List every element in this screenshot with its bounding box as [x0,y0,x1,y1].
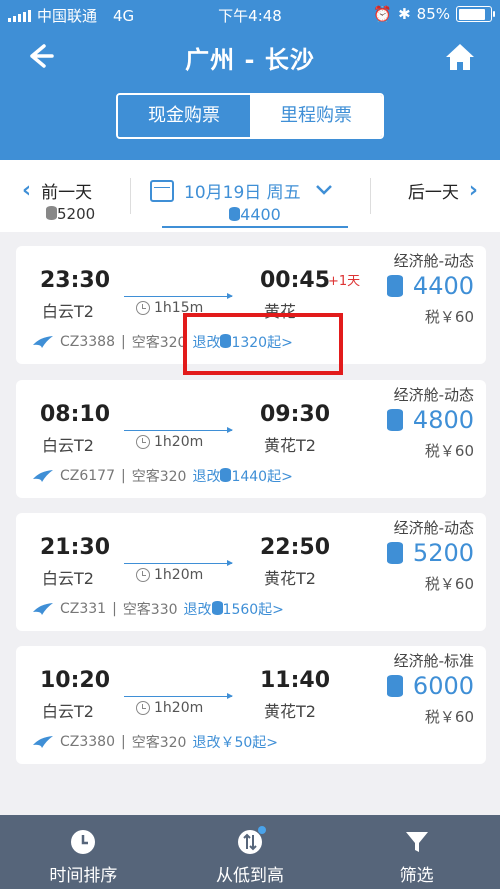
miles-coin-icon [386,275,403,297]
cabin-class: 经济舱-动态 [393,519,474,537]
next-day-button[interactable]: 后一天 › [408,178,478,203]
tax: 税￥60 [424,308,474,326]
departure-airport: 白云T2 [42,569,94,588]
clock-icon [136,701,150,715]
airline-logo-icon [32,602,54,616]
refund-change-link[interactable]: 退改 1440起> [192,466,293,486]
flight-duration: 1h20m [154,700,204,716]
price: 4800 [412,406,474,434]
status-bar: 中国联通 4G 下午4:48 ⏰ ✱ 85% [0,0,500,28]
departure-time: 10:20 [40,668,111,693]
airline-logo-icon [32,335,54,349]
price: 6000 [412,672,474,700]
arrival-time: 11:40 [260,668,331,693]
prev-day-price: 5200 [57,205,96,223]
flight-card[interactable]: 10:20 1h20m 11:40 白云T2 黄花T2 CZ3380 | 空客32… [16,646,486,764]
page-title: 广州 - 长沙 [185,46,315,74]
clock-icon [136,435,150,449]
miles-coin-icon [220,468,232,482]
chevron-right-icon: › [468,178,478,203]
arrival-airport: 黄花T2 [264,436,316,455]
tax: 税￥60 [424,708,474,726]
arrival-airport: 黄花T2 [264,702,316,721]
aircraft-type: 空客320 [131,335,187,351]
price: 4400 [412,272,474,300]
arrival-airport: 黄花T2 [264,569,316,588]
duration-arrow [124,293,233,299]
prev-day-button[interactable]: ‹ 前一天 5200 [22,178,95,223]
tab-cash-purchase[interactable]: 现金购票 [118,95,250,137]
flight-duration: 1h20m [154,567,204,583]
chevron-down-icon [315,181,333,201]
departure-time: 21:30 [40,535,111,560]
purchase-mode-toggle: 现金购票 里程购票 [116,93,384,139]
bluetooth-icon: ✱ [398,5,411,23]
refund-change-link[interactable]: 退改￥50起> [192,732,278,752]
miles-coin-icon [386,409,403,431]
airline-logo-icon [32,469,54,483]
battery-icon [456,6,495,22]
tab-sort-by-time[interactable]: 时间排序 [0,815,167,889]
next-day-badge: +1天 [328,274,361,289]
refund-change-link[interactable]: 退改 1560起> [184,599,284,619]
notification-dot [258,826,266,834]
divider [370,178,371,214]
alarm-icon: ⏰ [373,5,393,23]
current-date-underline [162,226,348,228]
miles-coin-icon [229,207,241,221]
departure-time: 08:10 [40,402,111,427]
duration-arrow [124,560,233,566]
chevron-left-icon: ‹ [22,178,32,203]
departure-airport: 白云T2 [42,302,94,321]
home-icon[interactable] [444,42,476,72]
highlight-annotation-box [183,313,343,375]
bottom-tab-bar: 时间排序 从低到高 筛选 [0,815,500,889]
calendar-icon [150,179,174,202]
filter-icon [404,829,430,855]
battery-percent: 85% [416,5,450,23]
cabin-class: 经济舱-标准 [393,652,474,670]
divider [130,178,131,214]
clock-icon [70,829,96,855]
duration-arrow [124,427,233,433]
price: 5200 [412,539,474,567]
current-date: 10月19日 周五 [184,183,301,203]
tab-sort-low-to-high[interactable]: 从低到高 [167,815,334,889]
flight-number: CZ6177 [60,468,115,484]
flight-number: CZ3380 [60,734,115,750]
miles-coin-icon [386,675,403,697]
aircraft-type: 空客320 [131,735,187,751]
flight-card[interactable]: 21:30 1h20m 22:50 白云T2 黄花T2 CZ331 | 空客330… [16,513,486,631]
date-selector: ‹ 前一天 5200 10月19日 周五 4400 后一天 › [0,160,500,232]
arrival-time: 22:50 [260,535,331,560]
tab-filter[interactable]: 筛选 [333,815,500,889]
miles-coin-icon [211,601,223,615]
flight-card[interactable]: 08:10 1h20m 09:30 白云T2 黄花T2 CZ6177 | 空客32… [16,380,486,498]
aircraft-type: 空客320 [131,469,187,485]
clock-icon [136,301,150,315]
airline-logo-icon [32,735,54,749]
tax: 税￥60 [424,442,474,460]
tax: 税￥60 [424,575,474,593]
header: 中国联通 4G 下午4:48 ⏰ ✱ 85% 广州 - 长沙 现金购票 里程购票 [0,0,500,160]
arrival-time: 09:30 [260,402,331,427]
departure-airport: 白云T2 [42,436,94,455]
flight-duration: 1h20m [154,434,204,450]
flight-number: CZ331 [60,601,107,617]
cabin-class: 经济舱-动态 [393,252,474,270]
tab-miles-purchase[interactable]: 里程购票 [250,95,382,137]
clock-icon [136,568,150,582]
cabin-class: 经济舱-动态 [393,386,474,404]
aircraft-type: 空客330 [122,602,178,618]
departure-airport: 白云T2 [42,702,94,721]
miles-coin-icon [46,206,57,220]
departure-time: 23:30 [40,268,111,293]
current-date-button[interactable]: 10月19日 周五 4400 [150,178,360,224]
arrival-time: 00:45 [260,268,331,293]
miles-coin-icon [386,542,403,564]
current-date-price: 4400 [240,205,281,224]
flight-number: CZ3388 [60,334,115,350]
duration-arrow [124,693,233,699]
